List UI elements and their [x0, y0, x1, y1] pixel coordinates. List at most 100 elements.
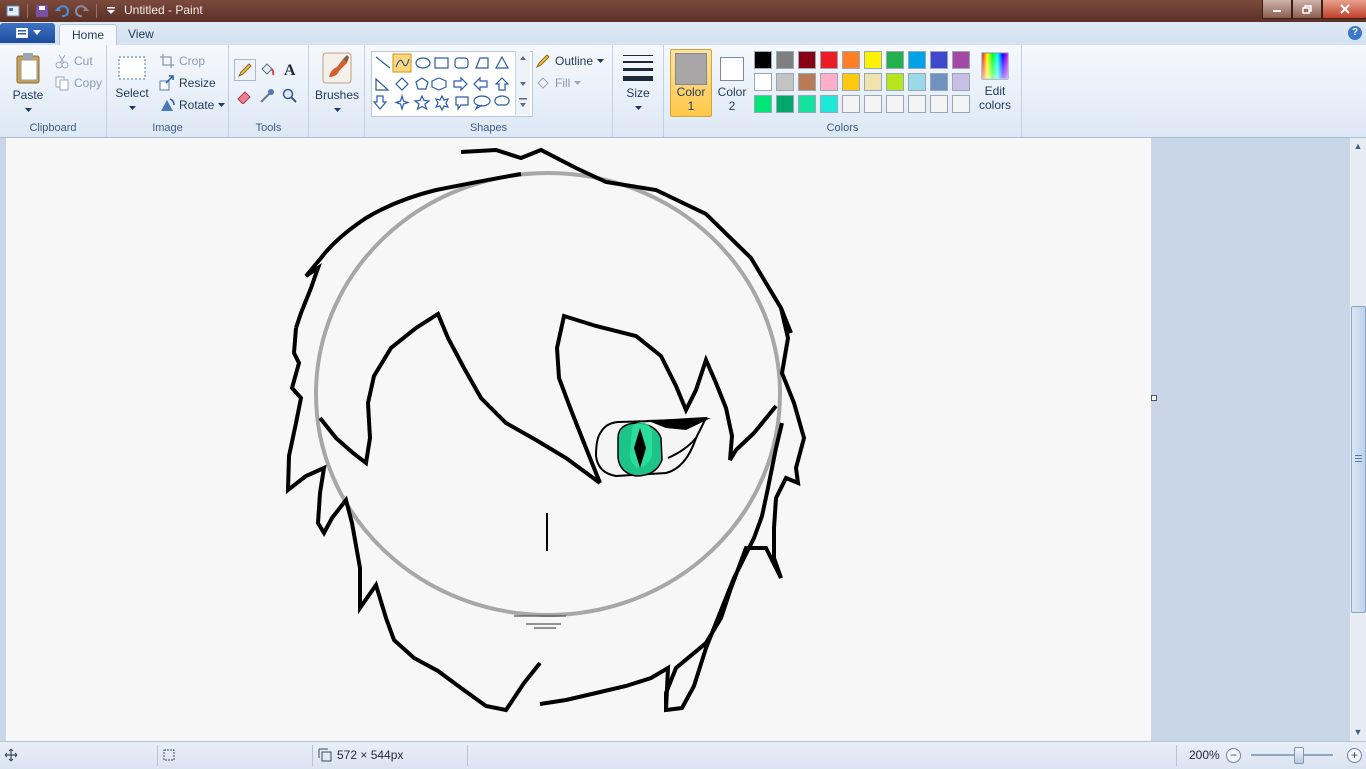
tab-view[interactable]: View	[116, 24, 166, 45]
eraser-icon[interactable]	[234, 86, 254, 106]
vertical-scrollbar[interactable]: ▲ ▼	[1350, 138, 1366, 741]
undo-icon[interactable]	[53, 2, 71, 20]
tools-group-label: Tools	[255, 122, 282, 134]
hair-strokes	[285, 147, 807, 713]
zoom-in-button[interactable]: +	[1347, 748, 1362, 763]
color-swatch[interactable]	[842, 95, 860, 113]
save-icon[interactable]	[33, 2, 51, 20]
magnifier-icon[interactable]	[280, 86, 300, 106]
color-swatch[interactable]	[864, 95, 882, 113]
color-swatch[interactable]	[776, 51, 794, 69]
crop-button[interactable]: Crop	[159, 53, 205, 69]
color-swatch[interactable]	[798, 73, 816, 91]
color-swatch[interactable]	[952, 95, 970, 113]
ribbon: Paste Cut Copy Clipboard Select Crop Res…	[0, 45, 1366, 138]
image-size-icon	[318, 748, 332, 762]
canvas-resize-handle[interactable]	[1151, 395, 1157, 401]
fill-icon[interactable]	[257, 59, 277, 79]
color-swatch[interactable]	[886, 95, 904, 113]
edit-colors-button[interactable]: Edit colors	[976, 51, 1014, 112]
color-swatch[interactable]	[908, 73, 926, 91]
color-swatch[interactable]	[952, 51, 970, 69]
color1-button[interactable]: Color 1	[670, 49, 712, 117]
size-button[interactable]: Size	[618, 51, 658, 114]
zoom-slider-thumb[interactable]	[1294, 747, 1304, 764]
svg-text:A: A	[284, 62, 296, 77]
select-button[interactable]: Select	[115, 53, 149, 114]
color-swatch[interactable]	[842, 51, 860, 69]
color-swatch[interactable]	[952, 73, 970, 91]
redo-icon[interactable]	[73, 2, 91, 20]
clipboard-group: Paste Cut Copy Clipboard	[0, 45, 107, 137]
chevron-down-icon	[32, 30, 41, 35]
color-swatch[interactable]	[842, 73, 860, 91]
scroll-up-arrow[interactable]: ▲	[1351, 139, 1365, 153]
brushes-button[interactable]: Brushes	[315, 51, 359, 116]
paint-app-icon[interactable]	[4, 2, 22, 20]
color-swatch[interactable]	[776, 95, 794, 113]
drawing-canvas[interactable]	[6, 138, 1151, 741]
color-swatch[interactable]	[820, 95, 838, 113]
outline-button[interactable]: Outline	[535, 53, 605, 69]
color-swatch[interactable]	[886, 51, 904, 69]
paint-menu-button[interactable]	[0, 23, 55, 43]
eye	[594, 416, 711, 478]
color-swatch[interactable]	[754, 73, 772, 91]
shapes-group: Outline Fill Shapes	[365, 45, 613, 137]
color-swatch[interactable]	[754, 51, 772, 69]
text-icon[interactable]: A	[280, 59, 300, 79]
copy-button[interactable]: Copy	[54, 75, 102, 91]
color-swatch[interactable]	[776, 73, 794, 91]
color-swatch[interactable]	[930, 51, 948, 69]
workspace	[0, 138, 1350, 741]
paste-icon	[16, 53, 40, 84]
color-swatch[interactable]	[930, 95, 948, 113]
color-picker-icon[interactable]	[257, 86, 277, 106]
color-swatch[interactable]	[908, 51, 926, 69]
color2-button[interactable]: Color 2	[714, 49, 750, 115]
minimize-button[interactable]	[1262, 0, 1292, 19]
restore-button[interactable]	[1292, 0, 1322, 19]
pencil-icon[interactable]	[234, 59, 256, 81]
outline-icon	[535, 54, 550, 69]
resize-button[interactable]: Resize	[159, 75, 216, 91]
title-bar: Untitled - Paint	[0, 0, 1366, 22]
zoom-slider-track[interactable]	[1251, 754, 1333, 756]
shapes-scrollbar[interactable]	[515, 51, 530, 115]
close-button[interactable]	[1322, 0, 1366, 19]
color-swatch[interactable]	[820, 73, 838, 91]
color-palette	[754, 51, 974, 117]
mouth	[514, 615, 566, 629]
color-swatch[interactable]	[864, 51, 882, 69]
paste-button[interactable]: Paste	[8, 51, 48, 116]
color-swatch[interactable]	[754, 95, 772, 113]
color-swatch[interactable]	[798, 51, 816, 69]
tools-group: A Tools	[229, 45, 309, 137]
scroll-down-arrow[interactable]: ▼	[1351, 725, 1365, 739]
shapes-group-label: Shapes	[469, 122, 508, 134]
clipboard-group-label: Clipboard	[29, 122, 77, 134]
tab-home[interactable]: Home	[59, 24, 118, 46]
color1-swatch	[675, 53, 707, 85]
color-swatch[interactable]	[886, 73, 904, 91]
colors-group-label: Colors	[826, 122, 859, 134]
customize-qat-icon[interactable]	[102, 2, 120, 20]
help-icon[interactable]: ?	[1348, 26, 1362, 40]
image-size-text: 572 × 544px	[337, 748, 404, 762]
rotate-button[interactable]: Rotate	[159, 97, 226, 113]
copy-icon	[55, 76, 69, 91]
color-swatch[interactable]	[820, 51, 838, 69]
cursor-position-icon	[4, 748, 18, 762]
fill-button[interactable]: Fill	[535, 75, 582, 91]
scroll-thumb[interactable]	[1351, 306, 1366, 613]
window-controls	[1262, 0, 1366, 19]
menu-icon	[15, 28, 28, 38]
cut-button[interactable]: Cut	[54, 53, 93, 69]
color-swatch[interactable]	[930, 73, 948, 91]
size-group: Size	[613, 45, 664, 137]
fill-bucket-icon	[537, 77, 549, 89]
color-swatch[interactable]	[864, 73, 882, 91]
zoom-out-button[interactable]: −	[1226, 748, 1241, 763]
color-swatch[interactable]	[908, 95, 926, 113]
color-swatch[interactable]	[798, 95, 816, 113]
